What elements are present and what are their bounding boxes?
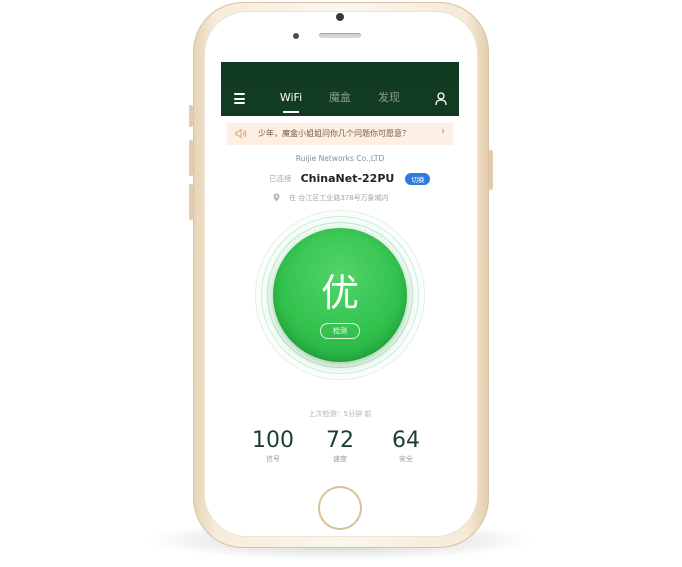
user-icon[interactable] — [435, 92, 447, 106]
tab-discover[interactable]: 发现 — [373, 82, 405, 116]
metric-signal: 100 信号 — [243, 428, 303, 464]
network-score-circle[interactable]: 优 检测 — [273, 228, 407, 362]
earpiece-speaker — [319, 33, 361, 38]
ssid-name: ChinaNet-22PU — [300, 172, 395, 185]
metric-label: 安全 — [399, 455, 413, 463]
status-bar — [221, 62, 459, 82]
notice-text: 少年，魔盒小姐姐问你几个问题你可愿意？ — [258, 129, 410, 138]
connected-label: 已连接 — [269, 174, 292, 183]
speaker-icon — [235, 128, 247, 139]
location-pin-icon — [273, 193, 280, 202]
last-check-time: 上次检测：5分钟 前 — [308, 410, 372, 418]
metric-value: 72 — [326, 428, 354, 453]
front-camera — [293, 33, 299, 39]
metric-value: 100 — [252, 428, 294, 453]
top-navbar: WiFi 魔盒 发现 — [221, 82, 459, 116]
home-button[interactable] — [318, 486, 362, 530]
tab-mohe[interactable]: 魔盒 — [324, 82, 356, 116]
switch-network-button[interactable]: 切换 — [405, 172, 431, 185]
app-screen: WiFi 魔盒 发现 少年，魔盒小姐姐问你几个问题你可愿意？ › Ruijie … — [221, 62, 459, 482]
metric-label: 速度 — [333, 455, 347, 463]
chevron-right-icon: › — [441, 126, 445, 137]
power-button — [489, 150, 493, 190]
tab-wifi[interactable]: WiFi — [275, 82, 307, 116]
top-camera — [336, 13, 344, 21]
metric-value: 64 — [392, 428, 420, 453]
location-row: 在 台江区工业路378号万象城内 — [273, 187, 389, 206]
metric-speed: 72 速度 — [310, 428, 370, 464]
detect-button[interactable]: 检测 — [320, 323, 360, 339]
notice-banner[interactable]: 少年，魔盒小姐姐问你几个问题你可愿意？ › — [227, 123, 453, 145]
metric-label: 信号 — [266, 455, 280, 463]
connection-row: 已连接 ChinaNet-22PU 切换 — [269, 168, 431, 185]
network-grade: 优 — [320, 271, 359, 315]
location-text: 在 台江区工业路378号万象城内 — [289, 193, 389, 202]
hamburger-icon[interactable] — [234, 93, 245, 104]
company-name: Ruijie Networks Co.,LTD — [295, 154, 385, 163]
metric-security: 64 安全 — [376, 428, 436, 464]
